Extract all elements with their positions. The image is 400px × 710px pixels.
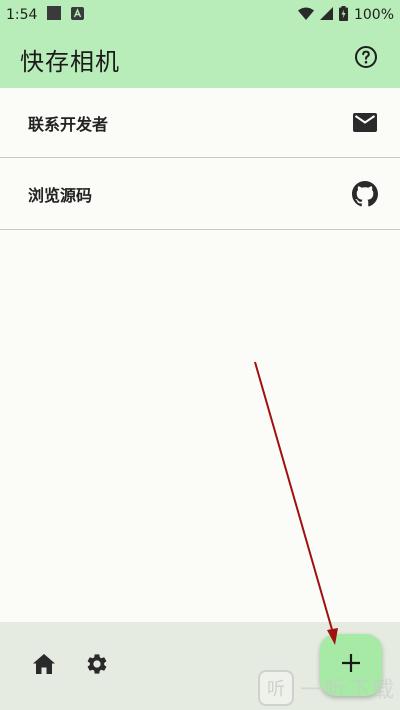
app-title: 快存相机	[20, 47, 120, 76]
help-circle-icon	[354, 45, 378, 73]
status-bar: 1:54 100%	[0, 0, 400, 30]
mail-icon	[352, 110, 378, 136]
battery-charging-icon	[338, 5, 348, 25]
help-button[interactable]	[352, 45, 380, 73]
a-badge-icon	[71, 6, 85, 24]
watermark-logo: 听	[258, 670, 294, 706]
list-item-label: 联系开发者	[28, 114, 109, 134]
wifi-icon	[297, 7, 314, 24]
github-icon	[352, 180, 378, 207]
battery-level: 100%	[353, 7, 394, 23]
status-left: 1:54	[6, 6, 85, 24]
watermark-text: 一听下载	[300, 678, 397, 703]
home-icon	[33, 654, 55, 678]
home-button[interactable]	[30, 652, 58, 680]
watermark: 听 一听下载	[258, 670, 396, 706]
settings-list: 联系开发者 浏览源码	[0, 88, 400, 230]
settings-button[interactable]	[83, 652, 111, 680]
list-item-browse-source[interactable]: 浏览源码	[0, 158, 400, 230]
list-item-label: 浏览源码	[28, 185, 93, 205]
list-item-contact-developer[interactable]: 联系开发者	[0, 88, 400, 158]
status-right: 100%	[297, 5, 394, 25]
app-bar: 快存相机	[0, 30, 400, 88]
status-time: 1:54	[6, 7, 38, 23]
stop-square-icon	[47, 6, 62, 24]
signal-icon	[319, 6, 333, 24]
settings-gear-icon	[85, 652, 109, 680]
